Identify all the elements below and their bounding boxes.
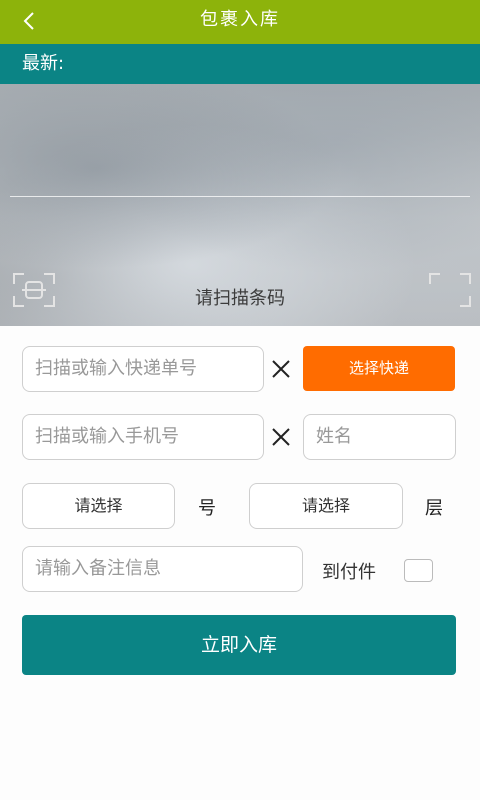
close-icon [272,360,290,378]
scan-hint: 请扫描条码 [195,288,285,309]
clear-tracking-button[interactable] [266,354,296,384]
shelf-number-select[interactable]: 请选择 [22,483,175,529]
phone-number-input[interactable]: 扫描或输入手机号 [22,414,264,460]
scan-line [10,196,470,197]
page-title: 包裹入库 [200,9,280,30]
barcode-scanner-view[interactable]: 请扫描条码 [0,84,480,326]
shelf-layer-unit: 层 [425,498,443,519]
select-courier-button[interactable]: 选择快递 [303,346,455,391]
shelf-number-unit: 号 [198,498,216,519]
submit-inbound-button[interactable]: 立即入库 [22,615,456,675]
close-icon [272,428,290,446]
remark-input[interactable]: 请输入备注信息 [22,546,303,592]
clear-phone-button[interactable] [266,422,296,452]
tracking-number-input[interactable]: 扫描或输入快递单号 [22,346,264,392]
shelf-layer-select[interactable]: 请选择 [249,483,403,529]
inbound-form: 扫描或输入快递单号 选择快递 扫描或输入手机号 姓名 请选择 号 请选择 层 请… [0,326,480,800]
cod-checkbox[interactable] [404,559,433,582]
name-input[interactable]: 姓名 [303,414,456,460]
top-bar: 包裹入库 [0,0,480,44]
latest-label: 最新: [0,44,480,84]
cod-label: 到付件 [322,562,376,583]
